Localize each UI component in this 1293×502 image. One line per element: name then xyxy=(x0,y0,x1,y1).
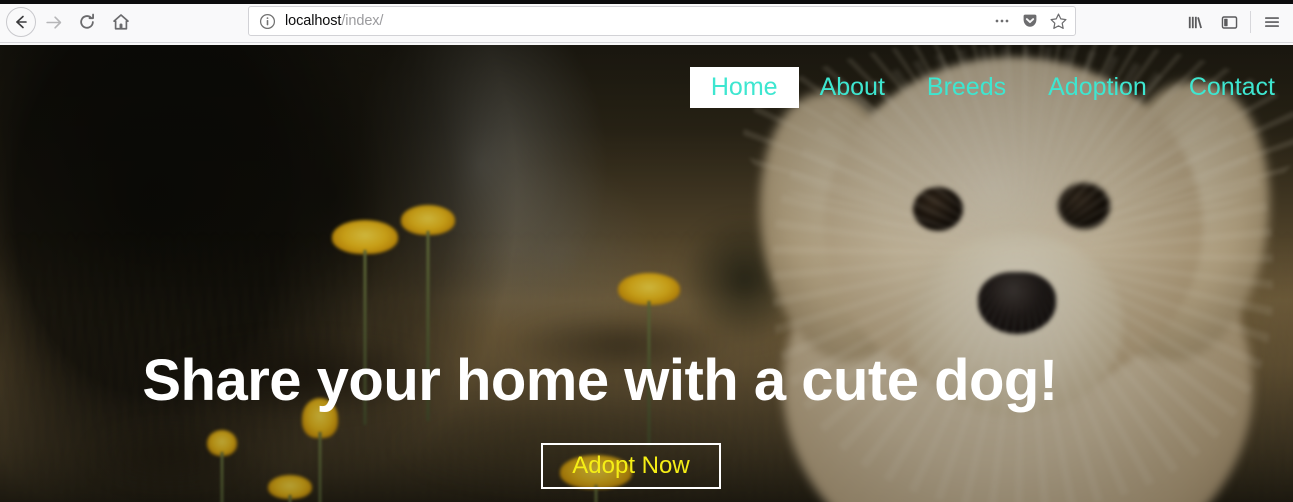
titlebar-strip xyxy=(0,0,1293,4)
info-circle-icon[interactable] xyxy=(259,13,276,30)
url-host: localhost xyxy=(285,13,342,29)
browser-nav-buttons xyxy=(6,5,138,39)
nav-item-adoption[interactable]: Adoption xyxy=(1027,67,1168,108)
nav-item-home[interactable]: Home xyxy=(689,67,799,108)
page-viewport: Home About Breeds Adoption Contact Share… xyxy=(0,45,1293,502)
pocket-icon[interactable] xyxy=(1017,8,1043,34)
browser-chrome: localhost/index/ xyxy=(0,0,1293,45)
reload-button[interactable] xyxy=(70,5,104,39)
toolbar-bottom-border xyxy=(0,42,1293,43)
url-text[interactable]: localhost/index/ xyxy=(285,13,989,29)
urlbar-actions xyxy=(989,8,1071,34)
hero-title: Share your home with a cute dog! xyxy=(142,347,1058,413)
url-path: /index/ xyxy=(341,13,384,29)
back-button[interactable] xyxy=(6,7,36,37)
browser-toolbar-right xyxy=(1178,5,1289,39)
nav-item-contact[interactable]: Contact xyxy=(1168,67,1279,108)
url-bar[interactable]: localhost/index/ xyxy=(248,6,1076,36)
nav-item-about[interactable]: About xyxy=(799,67,906,108)
ellipsis-icon[interactable] xyxy=(989,8,1015,34)
forward-button[interactable] xyxy=(36,5,70,39)
home-button[interactable] xyxy=(104,5,138,39)
sidebar-icon[interactable] xyxy=(1212,5,1246,39)
hero-darkening-overlay xyxy=(0,45,1293,502)
star-icon[interactable] xyxy=(1045,8,1071,34)
library-icon[interactable] xyxy=(1178,5,1212,39)
toolbar-separator xyxy=(1250,11,1251,33)
nav-item-breeds[interactable]: Breeds xyxy=(906,67,1027,108)
adopt-now-button[interactable]: Adopt Now xyxy=(541,443,721,489)
site-navigation: Home About Breeds Adoption Contact xyxy=(689,67,1279,108)
hamburger-menu-icon[interactable] xyxy=(1255,5,1289,39)
